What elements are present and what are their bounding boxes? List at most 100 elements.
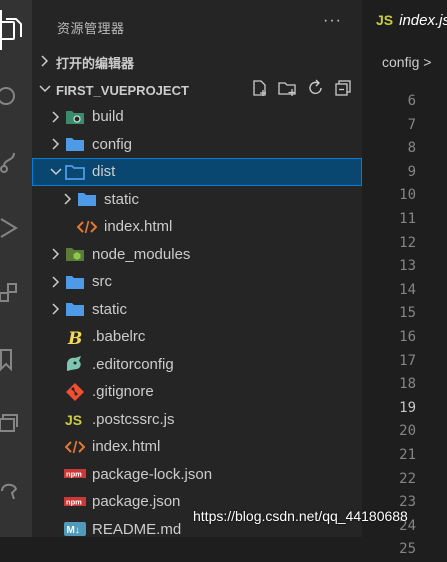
tree-item-label: static (92, 300, 128, 318)
editorconfig-icon (64, 354, 86, 374)
line-number: 21 (399, 446, 416, 463)
svg-text:npm: npm (66, 470, 82, 479)
files-icon[interactable] (0, 6, 32, 54)
line-number: 13 (399, 258, 416, 275)
settings-icon[interactable] (0, 466, 32, 514)
collapse-all-icon[interactable] (334, 79, 352, 102)
more-actions-icon[interactable]: ··· (323, 12, 342, 30)
project-toolbar (251, 77, 352, 103)
tree-file[interactable]: .gitignore (32, 378, 362, 406)
file-tree: build config dist static index.html node_modu… (32, 103, 362, 543)
svg-text:B: B (67, 329, 82, 346)
chevron-right-icon (48, 138, 64, 150)
source-control-icon[interactable] (0, 138, 32, 186)
tree-file[interactable]: JS .postcssrc.js (32, 406, 362, 434)
line-number: 22 (399, 470, 416, 487)
line-number: 17 (399, 352, 416, 369)
new-folder-icon[interactable] (278, 79, 298, 102)
tree-folder[interactable]: node_modules (32, 241, 362, 269)
tree-file[interactable]: .editorconfig (32, 351, 362, 379)
new-file-icon[interactable] (251, 79, 269, 102)
js-icon: JS (376, 12, 394, 28)
tree-folder[interactable]: src (32, 268, 362, 296)
js-icon: JS (64, 409, 86, 429)
line-number: 18 (399, 376, 416, 393)
line-number: 25 (399, 541, 416, 558)
node-folder-icon (64, 244, 86, 264)
folder-icon (64, 299, 86, 319)
chevron-right-icon (48, 303, 64, 315)
chevron-down-icon (34, 83, 56, 97)
tree-item-label: package.json (92, 493, 181, 511)
chevron-right-icon (34, 54, 56, 70)
tree-item-label: static (104, 190, 140, 208)
svg-text:M↓: M↓ (67, 525, 80, 536)
tree-file[interactable]: B .babelrc (32, 323, 362, 351)
chevron-right-icon (48, 276, 64, 288)
chevron-down-icon (48, 167, 64, 177)
babel-icon: B (64, 327, 86, 347)
tree-folder[interactable]: static (32, 186, 362, 214)
extensions-icon[interactable] (0, 270, 32, 318)
refresh-icon[interactable] (307, 79, 325, 102)
line-number: 11 (399, 210, 416, 227)
tree-item-label: .postcssrc.js (92, 410, 175, 428)
search-icon[interactable] (0, 72, 32, 120)
tree-item-label: index.html (104, 218, 173, 236)
line-number: 10 (399, 187, 416, 204)
tree-folder[interactable]: config (32, 131, 362, 159)
breadcrumb[interactable]: config > (362, 48, 431, 76)
tree-item-label: node_modules (92, 245, 191, 263)
html-icon (64, 437, 86, 457)
tree-file[interactable]: npm package-lock.json (32, 461, 362, 489)
tree-item-label: README.md (92, 520, 182, 538)
chevron-right-icon (60, 193, 76, 205)
line-number: 9 (407, 163, 416, 180)
tree-folder[interactable]: static (32, 296, 362, 324)
npm-icon: npm (64, 492, 86, 512)
tree-item-label: index.html (92, 438, 161, 456)
tree-file[interactable]: index.html (32, 433, 362, 461)
tree-item-label: config (92, 135, 133, 153)
editor-tab[interactable]: JS index.js (362, 0, 447, 40)
tree-item-label: dist (92, 163, 116, 181)
bookmark-icon[interactable] (0, 336, 32, 384)
explorer-sidebar: 资源管理器 ··· 打开的编辑器 FIRST_VUEPROJECT build c… (32, 0, 362, 538)
html-icon (76, 217, 98, 237)
tree-folder[interactable]: dist (32, 158, 362, 186)
project-label: FIRST_VUEPROJECT (56, 82, 189, 98)
open-editors-label: 打开的编辑器 (56, 55, 135, 71)
remote-icon[interactable] (0, 400, 32, 448)
tree-item-label: .gitignore (92, 383, 154, 401)
folder-open-icon (64, 162, 86, 182)
folder-icon (64, 272, 86, 292)
line-number: 12 (399, 234, 416, 251)
svg-text:npm: npm (66, 497, 82, 506)
tree-folder[interactable]: build (32, 103, 362, 131)
explorer-title: 资源管理器 (57, 21, 125, 36)
project-section[interactable]: FIRST_VUEPROJECT (32, 77, 362, 103)
tree-item-label: .editorconfig (92, 355, 174, 373)
line-number: 6 (407, 93, 416, 109)
tab-filename: index.js (399, 11, 447, 29)
activity-bar (0, 0, 32, 537)
tree-item-label: .babelrc (92, 328, 146, 346)
git-icon (64, 382, 86, 402)
line-number: 8 (407, 140, 416, 157)
tree-item-label: src (92, 273, 112, 291)
settings-folder-icon (64, 107, 86, 127)
watermark: https://blog.csdn.net/qq_44180688 (193, 508, 408, 524)
npm-icon: npm (64, 464, 86, 484)
line-number: 16 (399, 328, 416, 345)
editor-area: JS index.js config > 6 7 8 9 10 11 12 13 14 15 16 1… (362, 0, 447, 557)
tree-file[interactable]: index.html (32, 213, 362, 241)
explorer-header: 资源管理器 ··· (32, 0, 362, 48)
tree-item-label: package-lock.json (92, 465, 213, 483)
breadcrumb-item: config > (382, 54, 432, 70)
folder-icon (76, 189, 98, 209)
open-editors-section[interactable]: 打开的编辑器 (32, 49, 362, 75)
chevron-right-icon (48, 248, 64, 260)
run-debug-icon[interactable] (0, 204, 32, 252)
chevron-right-icon (48, 111, 64, 123)
folder-icon (64, 134, 86, 154)
